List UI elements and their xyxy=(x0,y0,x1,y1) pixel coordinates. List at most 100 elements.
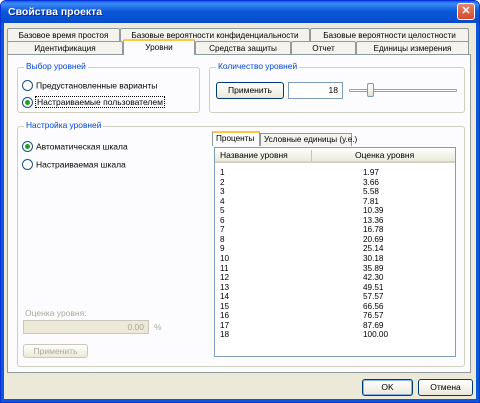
level-rating-cell: 35.89 xyxy=(363,263,384,273)
cancel-button[interactable]: Отмена xyxy=(418,379,473,396)
level-name-cell: 3 xyxy=(220,187,225,197)
level-rating-cell: 13.36 xyxy=(363,215,384,225)
rating-input[interactable]: 0.00 xyxy=(23,320,149,334)
tab-base-integrity[interactable]: Базовые вероятности целостности xyxy=(310,28,469,42)
level-name-cell: 7 xyxy=(220,225,225,235)
title-bar[interactable]: Свойства проекта ✕ xyxy=(1,1,479,23)
table-row[interactable]: 10 30.18 xyxy=(215,254,455,263)
radio-button[interactable] xyxy=(22,141,33,153)
level-rating-cell: 42.30 xyxy=(363,273,384,283)
level-rating-cell: 5.58 xyxy=(363,187,379,197)
level-count-title: Количество уровней xyxy=(216,61,300,71)
tab-report[interactable]: Отчет xyxy=(291,41,356,55)
rating-label: Оценка уровня: xyxy=(25,308,87,318)
level-name-cell: 11 xyxy=(220,263,229,273)
level-name-cell: 6 xyxy=(220,215,225,225)
level-rating-cell: 76.57 xyxy=(363,311,384,321)
level-rating-cell: 16.78 xyxy=(363,225,384,235)
level-count-slider[interactable] xyxy=(347,81,459,101)
level-rating-cell: 66.56 xyxy=(363,301,384,311)
table-row[interactable]: 18 100.00 xyxy=(215,330,455,339)
level-rating-cell: 100.00 xyxy=(363,330,389,340)
tab-protection[interactable]: Средства защиты xyxy=(195,41,291,55)
level-name-cell: 16 xyxy=(220,311,230,321)
level-setup-title: Настройка уровней xyxy=(24,120,104,130)
table-row[interactable]: 13 49.51 xyxy=(215,283,455,292)
level-name-cell: 4 xyxy=(220,196,225,206)
ok-button[interactable]: OK xyxy=(362,379,413,396)
frame-left xyxy=(1,23,4,402)
table-row[interactable]: 17 87.69 xyxy=(215,321,455,330)
radio-preset-variants[interactable]: Предустановленные варианты xyxy=(22,79,157,92)
levels-table[interactable]: Название уровня Оценка уровня 1 1.97 2 3.66… xyxy=(214,147,456,357)
column-level-name[interactable]: Название уровня xyxy=(220,150,288,160)
tab-units[interactable]: Единицы измерения xyxy=(356,41,469,55)
radio-user-defined[interactable]: Настраиваемые пользователем xyxy=(22,96,165,109)
level-name-cell: 17 xyxy=(220,320,230,330)
radio-label: Настраиваемые пользователем xyxy=(35,96,165,109)
level-name-cell: 5 xyxy=(220,206,225,216)
table-row[interactable]: 1 1.97 xyxy=(215,168,455,177)
tab-conventional-units[interactable]: Условные единицы (у.е.) xyxy=(260,133,357,146)
table-row[interactable]: 3 5.58 xyxy=(215,187,455,196)
tab-percents[interactable]: Проценты xyxy=(212,131,260,146)
table-row[interactable]: 6 13.36 xyxy=(215,216,455,225)
level-name-cell: 8 xyxy=(220,234,225,244)
column-divider xyxy=(311,150,312,161)
slider-thumb[interactable] xyxy=(367,83,374,97)
table-row[interactable]: 14 57.57 xyxy=(215,292,455,301)
radio-label: Предустановленные варианты xyxy=(36,80,158,91)
radio-label: Автоматическая шкала xyxy=(36,141,128,152)
level-name-cell: 9 xyxy=(220,244,225,254)
radio-button[interactable] xyxy=(22,97,33,109)
level-rating-cell: 25.14 xyxy=(363,244,384,254)
level-rating-cell: 3.66 xyxy=(363,177,379,187)
level-rating-cell: 20.69 xyxy=(363,234,384,244)
level-rating-cell: 1.97 xyxy=(363,168,379,177)
level-name-cell: 1 xyxy=(220,168,225,177)
apply-count-button[interactable]: Применить xyxy=(216,82,284,99)
tab-levels[interactable]: Уровни xyxy=(123,39,195,55)
tab-identification[interactable]: Идентификация xyxy=(7,41,123,55)
level-name-cell: 10 xyxy=(220,253,230,263)
level-rating-cell: 10.39 xyxy=(363,206,384,216)
table-row[interactable]: 7 16.78 xyxy=(215,225,455,234)
frame-right xyxy=(476,23,479,402)
column-level-rating[interactable]: Оценка уровня xyxy=(355,150,414,160)
table-row[interactable]: 16 76.57 xyxy=(215,311,455,320)
level-name-cell: 12 xyxy=(220,273,230,283)
rating-unit: % xyxy=(154,322,162,332)
level-count-input[interactable]: 18 xyxy=(288,82,343,99)
table-row[interactable]: 15 66.56 xyxy=(215,302,455,311)
table-header: Название уровня Оценка уровня xyxy=(215,148,455,163)
table-row[interactable]: 9 25.14 xyxy=(215,244,455,253)
close-icon[interactable]: ✕ xyxy=(457,3,475,20)
table-row[interactable]: 12 42.30 xyxy=(215,273,455,282)
level-rating-cell: 49.51 xyxy=(363,282,384,292)
level-name-cell: 13 xyxy=(220,282,230,292)
level-name-cell: 18 xyxy=(220,330,230,340)
radio-custom-scale[interactable]: Настраиваемая шкала xyxy=(22,158,126,171)
level-name-cell: 2 xyxy=(220,177,225,187)
project-properties-window: Свойства проекта ✕ Базовое время простоя… xyxy=(0,0,480,403)
apply-rating-button[interactable]: Применить xyxy=(23,344,88,358)
radio-button[interactable] xyxy=(22,80,33,92)
table-row[interactable]: 11 35.89 xyxy=(215,264,455,273)
window-title: Свойства проекта xyxy=(8,6,103,18)
table-row[interactable]: 5 10.39 xyxy=(215,206,455,215)
table-row[interactable]: 4 7.81 xyxy=(215,197,455,206)
frame-bottom xyxy=(1,399,479,402)
table-row[interactable]: 8 20.69 xyxy=(215,235,455,244)
radio-button[interactable] xyxy=(22,159,33,171)
level-rating-cell: 7.81 xyxy=(363,196,379,206)
level-name-cell: 15 xyxy=(220,301,230,311)
radio-label: Настраиваемая шкала xyxy=(36,159,126,170)
level-rating-cell: 57.57 xyxy=(363,292,384,302)
table-row[interactable]: 2 3.66 xyxy=(215,178,455,187)
level-name-cell: 14 xyxy=(220,292,230,302)
level-choice-title: Выбор уровней xyxy=(24,61,88,71)
radio-auto-scale[interactable]: Автоматическая шкала xyxy=(22,140,128,153)
level-rating-cell: 30.18 xyxy=(363,253,384,263)
tab-base-downtime[interactable]: Базовое время простоя xyxy=(7,28,120,42)
level-rating-cell: 87.69 xyxy=(363,320,384,330)
